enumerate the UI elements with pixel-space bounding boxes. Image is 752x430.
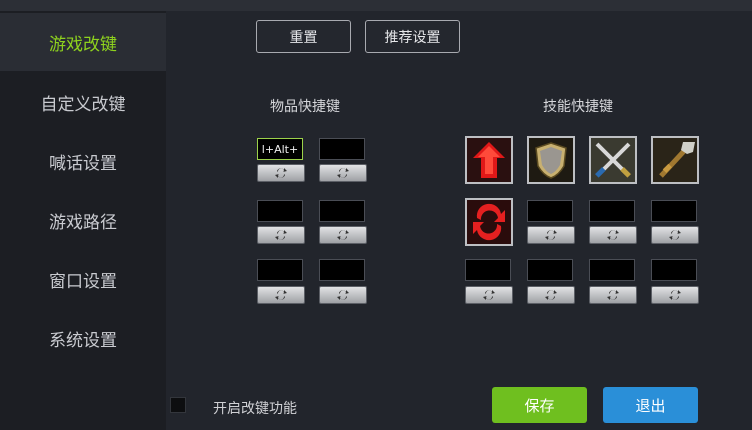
item-swap-button-1[interactable]: [257, 164, 305, 182]
item-slot-4[interactable]: [319, 200, 365, 222]
item-slot-5[interactable]: [257, 259, 303, 281]
skill-key-slot-6[interactable]: [589, 259, 635, 281]
crossed-swords-skill-icon: [591, 138, 635, 182]
sidebar-item-shout-settings[interactable]: 喊话设置: [0, 132, 166, 190]
sidebar-item-game-path[interactable]: 游戏路径: [0, 191, 166, 249]
swap-icon: [275, 168, 287, 178]
save-button[interactable]: 保存: [492, 387, 587, 423]
skill-key-slot-2[interactable]: [589, 200, 635, 222]
swap-icon: [275, 230, 287, 240]
sidebar-item-custom-keymap[interactable]: 自定义改键: [0, 73, 166, 131]
sidebar-item-window-settings[interactable]: 窗口设置: [0, 250, 166, 308]
skill-key-slot-1[interactable]: [527, 200, 573, 222]
swap-icon: [337, 230, 349, 240]
skill-slot-5[interactable]: [465, 198, 513, 246]
skills-section-title: 技能快捷键: [543, 99, 613, 115]
spear-skill-icon: [653, 138, 697, 182]
sidebar: 游戏改键 自定义改键 喊话设置 游戏路径 窗口设置 系统设置: [0, 11, 166, 430]
swap-icon: [669, 230, 681, 240]
sidebar-item-system-settings[interactable]: 系统设置: [0, 309, 166, 367]
skill-swap-button-4[interactable]: [465, 286, 513, 304]
item-slot-1[interactable]: l+Alt+: [257, 138, 303, 160]
shield-skill-icon: [529, 138, 573, 182]
skill-swap-button-2[interactable]: [589, 226, 637, 244]
skill-slot-1[interactable]: [465, 136, 513, 184]
item-swap-button-3[interactable]: [257, 226, 305, 244]
skill-swap-button-1[interactable]: [527, 226, 575, 244]
items-section-title: 物品快捷键: [270, 99, 340, 115]
skill-slot-2[interactable]: [527, 136, 575, 184]
item-swap-button-6[interactable]: [319, 286, 367, 304]
skill-swap-button-5[interactable]: [527, 286, 575, 304]
skill-key-slot-4[interactable]: [465, 259, 511, 281]
swap-icon: [545, 230, 557, 240]
item-slot-3[interactable]: [257, 200, 303, 222]
swap-icon: [545, 290, 557, 300]
red-swirl-skill-icon: [467, 200, 511, 244]
skill-key-slot-7[interactable]: [651, 259, 697, 281]
red-arrow-skill-icon: [467, 138, 511, 182]
skill-key-slot-5[interactable]: [527, 259, 573, 281]
enable-keymap-label: 开启改键功能: [213, 401, 297, 417]
swap-icon: [275, 290, 287, 300]
swap-icon: [337, 168, 349, 178]
skill-swap-button-7[interactable]: [651, 286, 699, 304]
skill-slot-4[interactable]: [651, 136, 699, 184]
swap-icon: [337, 290, 349, 300]
swap-icon: [607, 290, 619, 300]
item-slot-6[interactable]: [319, 259, 365, 281]
skill-key-slot-3[interactable]: [651, 200, 697, 222]
swap-icon: [669, 290, 681, 300]
swap-icon: [483, 290, 495, 300]
item-swap-button-2[interactable]: [319, 164, 367, 182]
skill-swap-button-6[interactable]: [589, 286, 637, 304]
reset-button[interactable]: 重置: [256, 20, 351, 53]
recommend-settings-button[interactable]: 推荐设置: [365, 20, 460, 53]
skill-slot-3[interactable]: [589, 136, 637, 184]
swap-icon: [607, 230, 619, 240]
sidebar-item-game-keymap[interactable]: 游戏改键: [0, 13, 166, 71]
item-slot-2[interactable]: [319, 138, 365, 160]
enable-keymap-checkbox[interactable]: [170, 397, 186, 413]
exit-button[interactable]: 退出: [603, 387, 698, 423]
item-swap-button-5[interactable]: [257, 286, 305, 304]
skill-swap-button-3[interactable]: [651, 226, 699, 244]
item-swap-button-4[interactable]: [319, 226, 367, 244]
